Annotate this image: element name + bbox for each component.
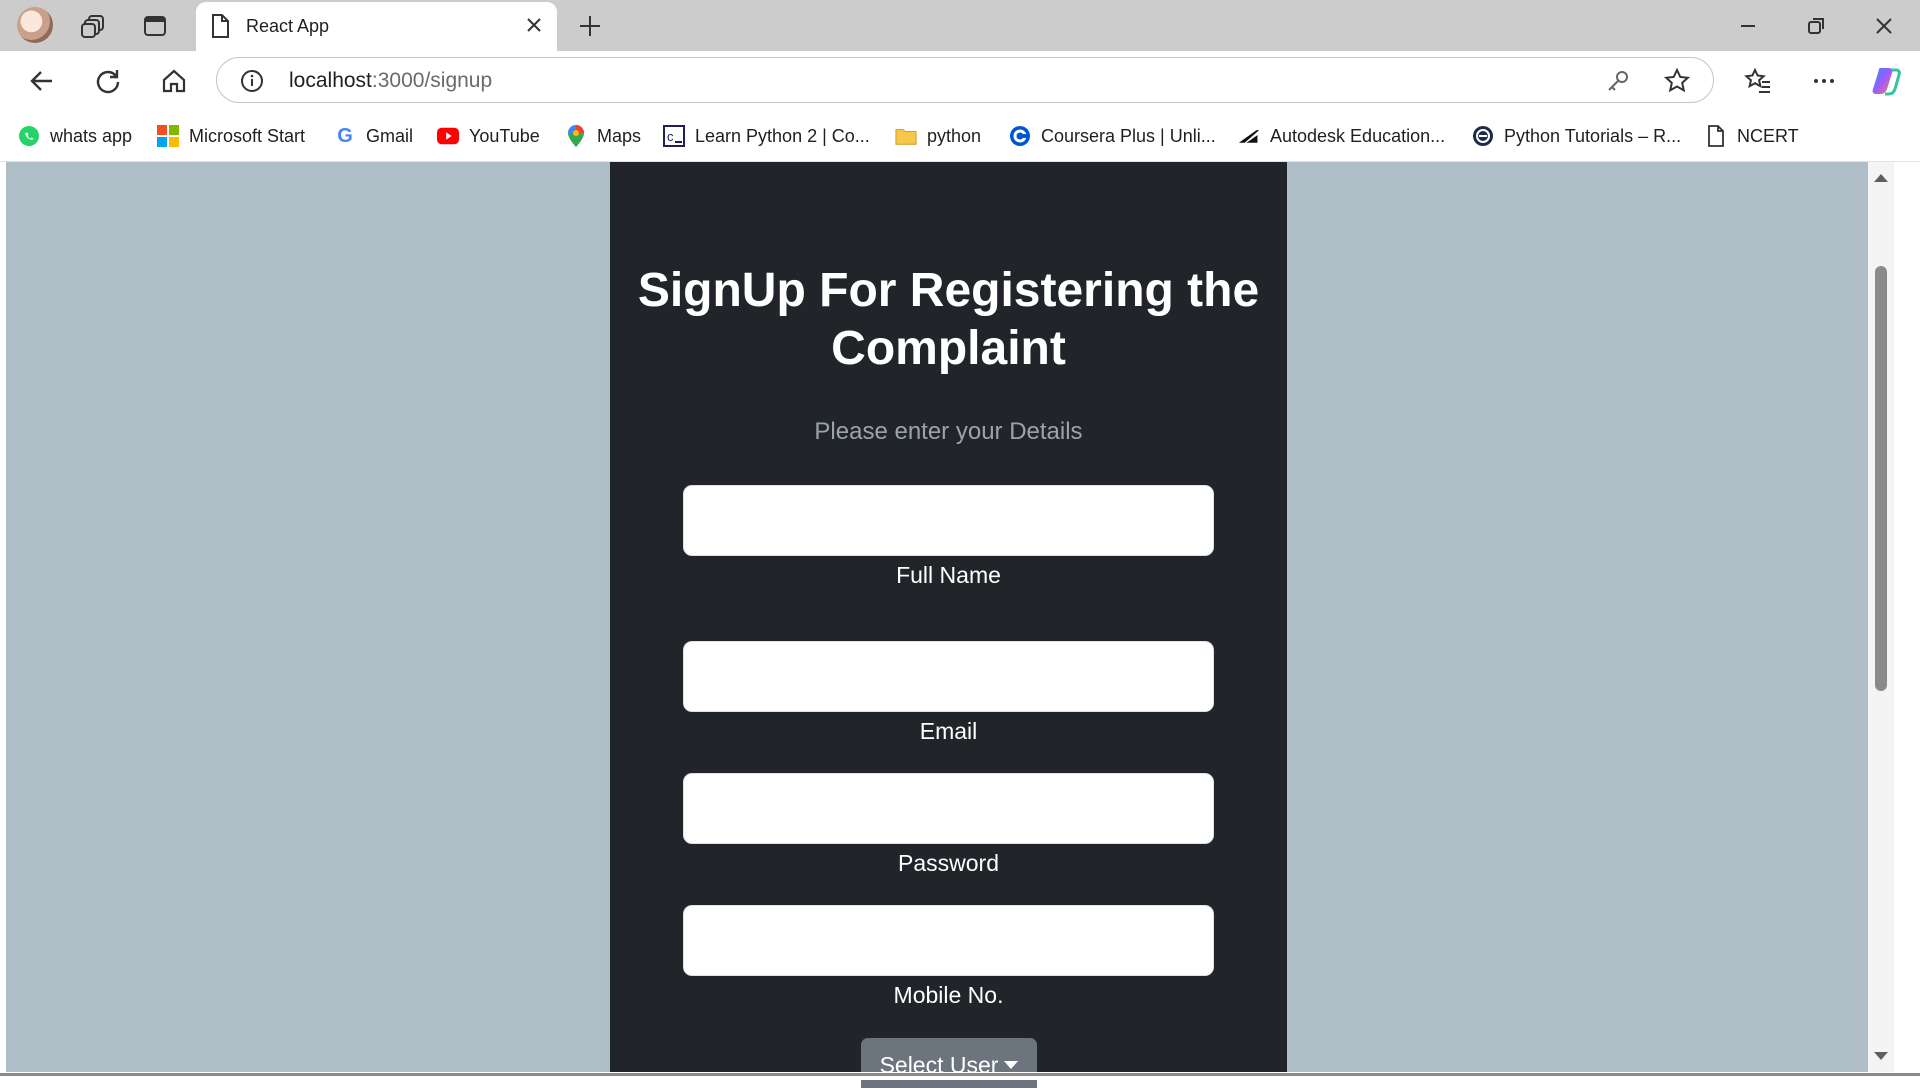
full-name-input[interactable] bbox=[683, 485, 1214, 556]
tab-title: React App bbox=[246, 16, 330, 36]
bookmark-gmail[interactable]: G Gmail bbox=[334, 123, 413, 149]
page-subtitle: Please enter your Details bbox=[814, 418, 1083, 445]
youtube-icon bbox=[437, 125, 459, 147]
coursera-icon bbox=[1009, 125, 1031, 147]
realpython-icon bbox=[1472, 125, 1494, 147]
bookmark-python-tutorials[interactable]: Python Tutorials – R... bbox=[1472, 123, 1681, 149]
favorites-icon[interactable] bbox=[1740, 63, 1776, 99]
select-user-dropdown[interactable]: Select User bbox=[861, 1038, 1037, 1088]
email-input[interactable] bbox=[683, 641, 1214, 712]
email-label: Email bbox=[919, 718, 978, 744]
bookmark-learn-python[interactable]: c Learn Python 2 | Co... bbox=[663, 123, 870, 149]
password-label: Password bbox=[898, 850, 999, 876]
bookmark-folder-python[interactable]: python bbox=[895, 123, 981, 149]
whatsapp-icon bbox=[18, 125, 40, 147]
tab-strip: React App bbox=[0, 0, 1920, 51]
password-input[interactable] bbox=[683, 773, 1214, 844]
mobile-input[interactable] bbox=[683, 905, 1214, 976]
copilot-icon[interactable] bbox=[1868, 63, 1904, 99]
url-text[interactable]: localhost:3000/signup bbox=[289, 69, 492, 93]
navigation-bar: localhost:3000/signup bbox=[0, 51, 1920, 111]
new-tab-icon[interactable] bbox=[574, 10, 606, 42]
page-viewport: SignUp For Registering the Complaint Ple… bbox=[6, 162, 1894, 1088]
scrollbar-thumb[interactable] bbox=[1875, 266, 1887, 691]
autodesk-icon bbox=[1238, 125, 1260, 147]
maps-icon bbox=[565, 125, 587, 147]
site-info-icon[interactable] bbox=[239, 68, 265, 99]
folder-icon bbox=[895, 125, 917, 147]
bookmark-microsoft-start[interactable]: Microsoft Start bbox=[157, 123, 305, 149]
signup-panel: SignUp For Registering the Complaint Ple… bbox=[610, 162, 1287, 1088]
google-icon: G bbox=[337, 124, 353, 147]
bookmark-ncert[interactable]: NCERT bbox=[1705, 123, 1799, 149]
bookmark-autodesk[interactable]: Autodesk Education... bbox=[1238, 123, 1445, 149]
bookmark-whats-app[interactable]: whats app bbox=[18, 123, 132, 149]
home-icon[interactable] bbox=[156, 63, 192, 99]
bookmarks-bar: whats app Microsoft Start G Gmail YouTub… bbox=[0, 111, 1920, 162]
scroll-up-arrow-icon[interactable] bbox=[1874, 174, 1888, 182]
vertical-tabs-icon[interactable] bbox=[139, 10, 171, 42]
restore-icon[interactable] bbox=[1800, 10, 1832, 42]
vertical-scrollbar[interactable] bbox=[1868, 162, 1894, 1072]
page-icon bbox=[1705, 125, 1727, 147]
codecademy-icon: c bbox=[663, 125, 685, 147]
favorite-star-icon[interactable] bbox=[1663, 67, 1691, 100]
profile-avatar[interactable] bbox=[17, 7, 53, 43]
scroll-down-arrow-icon[interactable] bbox=[1874, 1052, 1888, 1060]
address-bar[interactable]: localhost:3000/signup bbox=[216, 57, 1714, 103]
reload-icon[interactable] bbox=[90, 63, 126, 99]
back-icon[interactable] bbox=[24, 63, 60, 99]
caret-down-icon bbox=[1004, 1061, 1019, 1069]
svg-text:c: c bbox=[667, 129, 674, 144]
close-window-icon[interactable] bbox=[1868, 10, 1900, 42]
microsoft-icon bbox=[157, 125, 179, 147]
password-key-icon[interactable] bbox=[1605, 68, 1631, 99]
minimize-icon[interactable] bbox=[1732, 10, 1764, 42]
collections-icon[interactable] bbox=[77, 10, 109, 42]
more-options-icon[interactable] bbox=[1806, 63, 1842, 99]
mobile-label: Mobile No. bbox=[893, 982, 1004, 1008]
close-tab-icon[interactable] bbox=[523, 14, 545, 41]
page-title: SignUp For Registering the Complaint bbox=[637, 264, 1260, 375]
full-name-label: Full Name bbox=[896, 562, 1001, 588]
window-bottom-edge bbox=[0, 1072, 1920, 1080]
document-icon bbox=[210, 14, 230, 43]
bookmark-maps[interactable]: Maps bbox=[565, 123, 641, 149]
bookmark-coursera[interactable]: Coursera Plus | Unli... bbox=[1009, 123, 1216, 149]
bookmark-youtube[interactable]: YouTube bbox=[437, 123, 540, 149]
active-tab[interactable]: React App bbox=[196, 2, 557, 51]
